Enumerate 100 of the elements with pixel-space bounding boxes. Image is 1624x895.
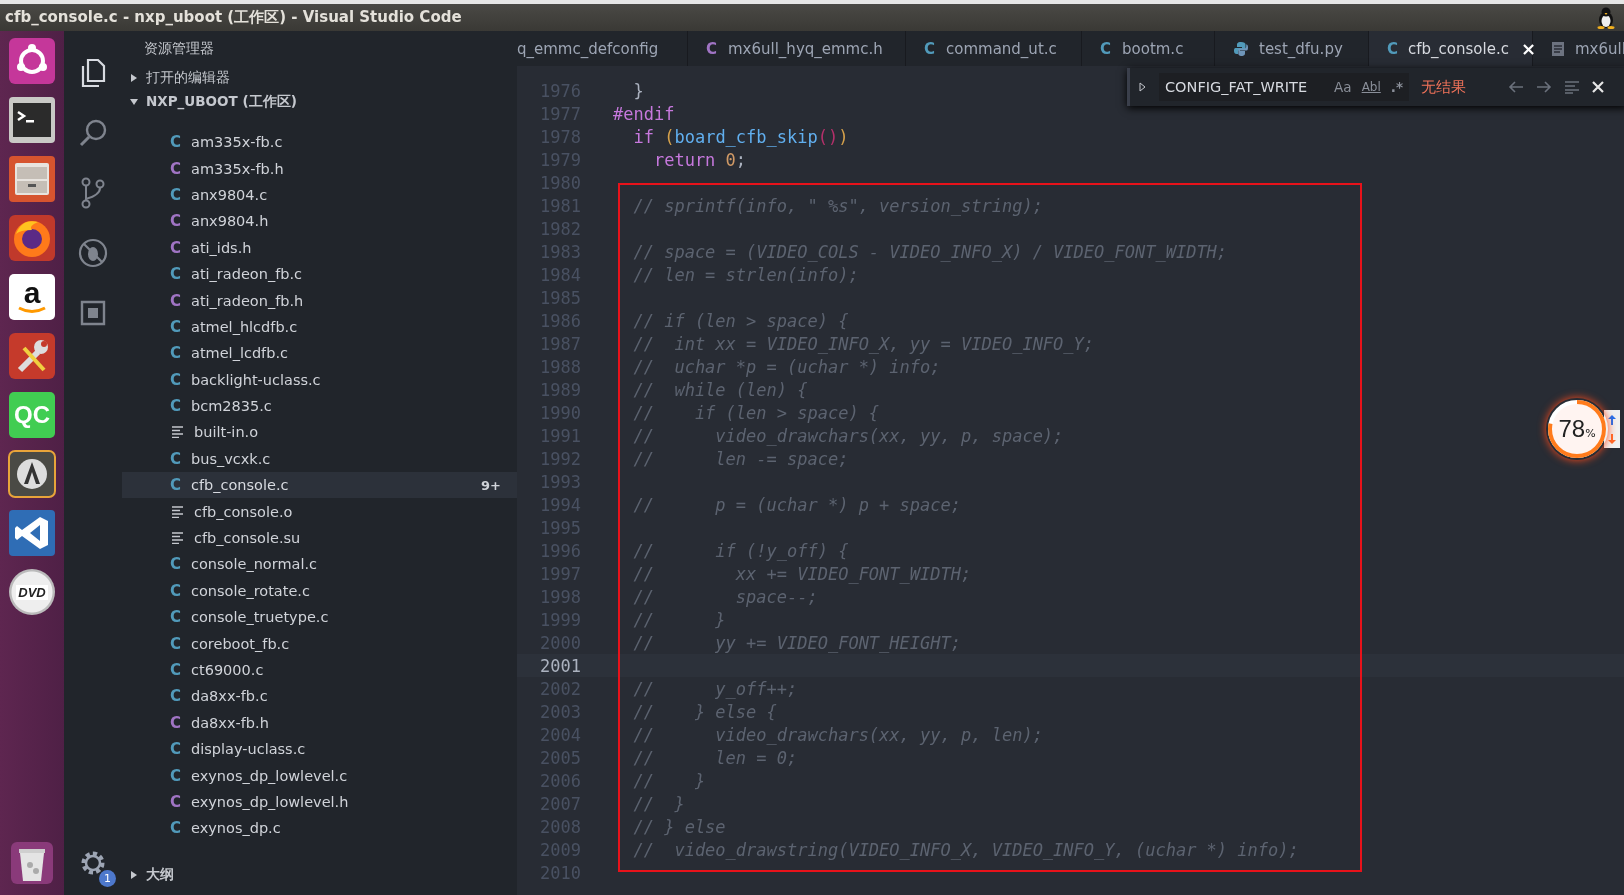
file-item[interactable]: C exynos_dp.c [122, 815, 517, 842]
code-line: // xx += VIDEO_FONT_WIDTH; [632, 563, 972, 584]
code-line: #endif [613, 103, 675, 124]
file-cabinet-icon[interactable] [8, 155, 56, 203]
file-item[interactable]: C am335x-fb.h [122, 155, 517, 182]
file-item[interactable]: C ati_ids.h [122, 234, 517, 261]
code-line: // uchar *p = (uchar *) info; [632, 356, 941, 377]
file-item[interactable]: C da8xx-fb.c [122, 683, 517, 710]
code-line: // p = (uchar *) p + space; [632, 494, 961, 515]
amazon-icon[interactable]: a [9, 274, 55, 320]
close-tab-button[interactable]: × [1520, 38, 1536, 59]
file-item[interactable]: C da8xx-fb.h [122, 709, 517, 736]
text-file-icon [172, 426, 184, 439]
vscode-icon[interactable] [8, 509, 56, 557]
code-line: } [632, 80, 644, 101]
arrow-left-icon[interactable] [1508, 80, 1524, 94]
wrench-screwdriver-icon[interactable] [8, 332, 56, 380]
file-item[interactable]: C anx9804.h [122, 208, 517, 235]
code-line: return 0; [652, 149, 747, 170]
code-line: // len = strlen(info); [632, 264, 859, 285]
code-line: // space = (VIDEO_COLS - VIDEO_INFO_X) / VIDEO_FONT_WIDTH; [632, 241, 1228, 262]
close-icon[interactable] [1592, 81, 1604, 93]
line-number: 2001 [539, 655, 581, 676]
source-control-icon[interactable] [79, 177, 107, 209]
settings-icon[interactable] [79, 849, 107, 877]
dvd-icon[interactable]: DVD [9, 569, 55, 615]
upload-arrow-icon [1608, 414, 1616, 425]
chevron-icon [129, 98, 139, 106]
code-line: // space--; [632, 586, 818, 607]
file-item[interactable]: C exynos_dp_lowlevel.c [122, 762, 517, 789]
file-item[interactable]: C cfb_console.c 9+ [122, 472, 517, 499]
code-line: // int xx = VIDEO_INFO_X, yy = VIDEO_INFO_Y; [632, 333, 1095, 354]
editor-tab[interactable]: C command_ut.c [906, 31, 1082, 66]
file-item[interactable]: built-in.o [122, 419, 517, 446]
code-line: // } else { [632, 701, 777, 722]
code-line: // if (!y_off) { [632, 540, 849, 561]
ubuntu-icon[interactable] [8, 37, 56, 85]
arrow-right-icon[interactable] [1536, 80, 1552, 94]
file-item[interactable]: C coreboot_fb.c [122, 630, 517, 657]
file-item[interactable]: cfb_console.o [122, 498, 517, 525]
chevron-icon [130, 870, 138, 880]
sidebar-title: 资源管理器 [144, 39, 214, 58]
file-item[interactable]: C atmel_lcdfb.c [122, 340, 517, 367]
extensions-icon[interactable] [79, 299, 107, 327]
download-arrow-icon [1608, 433, 1616, 444]
chevron-icon [130, 73, 138, 83]
memory-usage-ball[interactable]: 78% [1546, 398, 1608, 460]
file-item[interactable]: C bcm2835.c [122, 392, 517, 420]
code-line: // video_drawchars(xx, yy, p, len); [632, 724, 1043, 745]
code-line: // len -= space; [632, 448, 849, 469]
editor-tab[interactable]: C mx6ull_hyq_emmc.h [688, 31, 906, 66]
code-line: // } [632, 770, 706, 791]
section-header[interactable]: NXP_UBOOT (工作区) [122, 90, 517, 114]
python-icon [1233, 40, 1249, 57]
notification-badge: 1 [99, 870, 116, 887]
window-title: cfb_console.c - nxp_uboot (工作区) - Visual Studio Code [5, 8, 462, 27]
editor-tab[interactable]: C bootm.c [1082, 31, 1215, 66]
search-icon[interactable] [78, 118, 108, 148]
code-line: // if (len > space) { [632, 402, 880, 423]
expand-icon[interactable] [1139, 82, 1147, 92]
file-item[interactable]: C atmel_hlcdfb.c [122, 313, 517, 341]
code-line: // while (len) { [632, 379, 808, 400]
file-item[interactable]: C console_normal.c [122, 551, 517, 578]
editor-tab[interactable]: q_emmc_defconfig [517, 31, 688, 66]
code-line: // video_drawstring(VIDEO_INFO_X, VIDEO_INFO_Y, (uchar *) info); [632, 839, 1299, 860]
file-item[interactable]: C console_rotate.c [122, 577, 517, 605]
code-line: // } [632, 793, 685, 814]
code-line: // yy += VIDEO_FONT_HEIGHT; [632, 632, 961, 653]
file-item[interactable]: C bus_vcxk.c [122, 445, 517, 473]
file-item[interactable]: C backlight-uclass.c [122, 366, 517, 393]
find-field[interactable]: CONFIG_FAT_WRITE Aa Abl .* [1159, 73, 1409, 101]
find-option-toggle[interactable]: .* [1390, 79, 1403, 95]
code-line: // } [632, 609, 726, 630]
text-file-icon [1551, 40, 1565, 57]
terminal-icon[interactable] [8, 96, 56, 144]
editor-tab[interactable]: mx6ull [1533, 31, 1624, 66]
file-item[interactable]: C display-uclass.c [122, 736, 517, 763]
file-item[interactable]: C ati_radeon_fb.h [122, 287, 517, 314]
find-option-toggle[interactable]: Aa [1334, 79, 1352, 95]
code-line: // len = 0; [632, 747, 798, 768]
code-line: // if (len > space) { [632, 310, 849, 331]
file-item[interactable]: C ct69000.c [122, 656, 517, 684]
editor-tab[interactable]: C cfb_console.c × [1369, 31, 1533, 66]
files-icon[interactable] [79, 58, 107, 88]
file-item[interactable]: C anx9804.c [122, 181, 517, 209]
file-item[interactable]: C console_truetype.c [122, 604, 517, 631]
software-updater-icon[interactable] [8, 450, 56, 498]
section-header[interactable]: 打开的编辑器 [122, 66, 517, 90]
debug-icon[interactable] [77, 237, 109, 269]
code-line: // video_drawchars(xx, yy, p, space); [632, 425, 1064, 446]
file-item[interactable]: C ati_radeon_fb.c [122, 260, 517, 288]
file-item[interactable]: C am335x-fb.c [122, 129, 517, 156]
text-file-icon [172, 505, 184, 518]
trash-icon[interactable] [10, 841, 54, 885]
file-item[interactable]: cfb_console.su [122, 524, 517, 552]
firefox-icon[interactable] [8, 214, 56, 262]
section-header[interactable]: 大纲 [122, 863, 517, 887]
file-item[interactable]: C exynos_dp_lowlevel.h [122, 788, 517, 816]
find-option-toggle[interactable]: Abl [1361, 80, 1381, 94]
code-line: // } else [632, 816, 726, 837]
